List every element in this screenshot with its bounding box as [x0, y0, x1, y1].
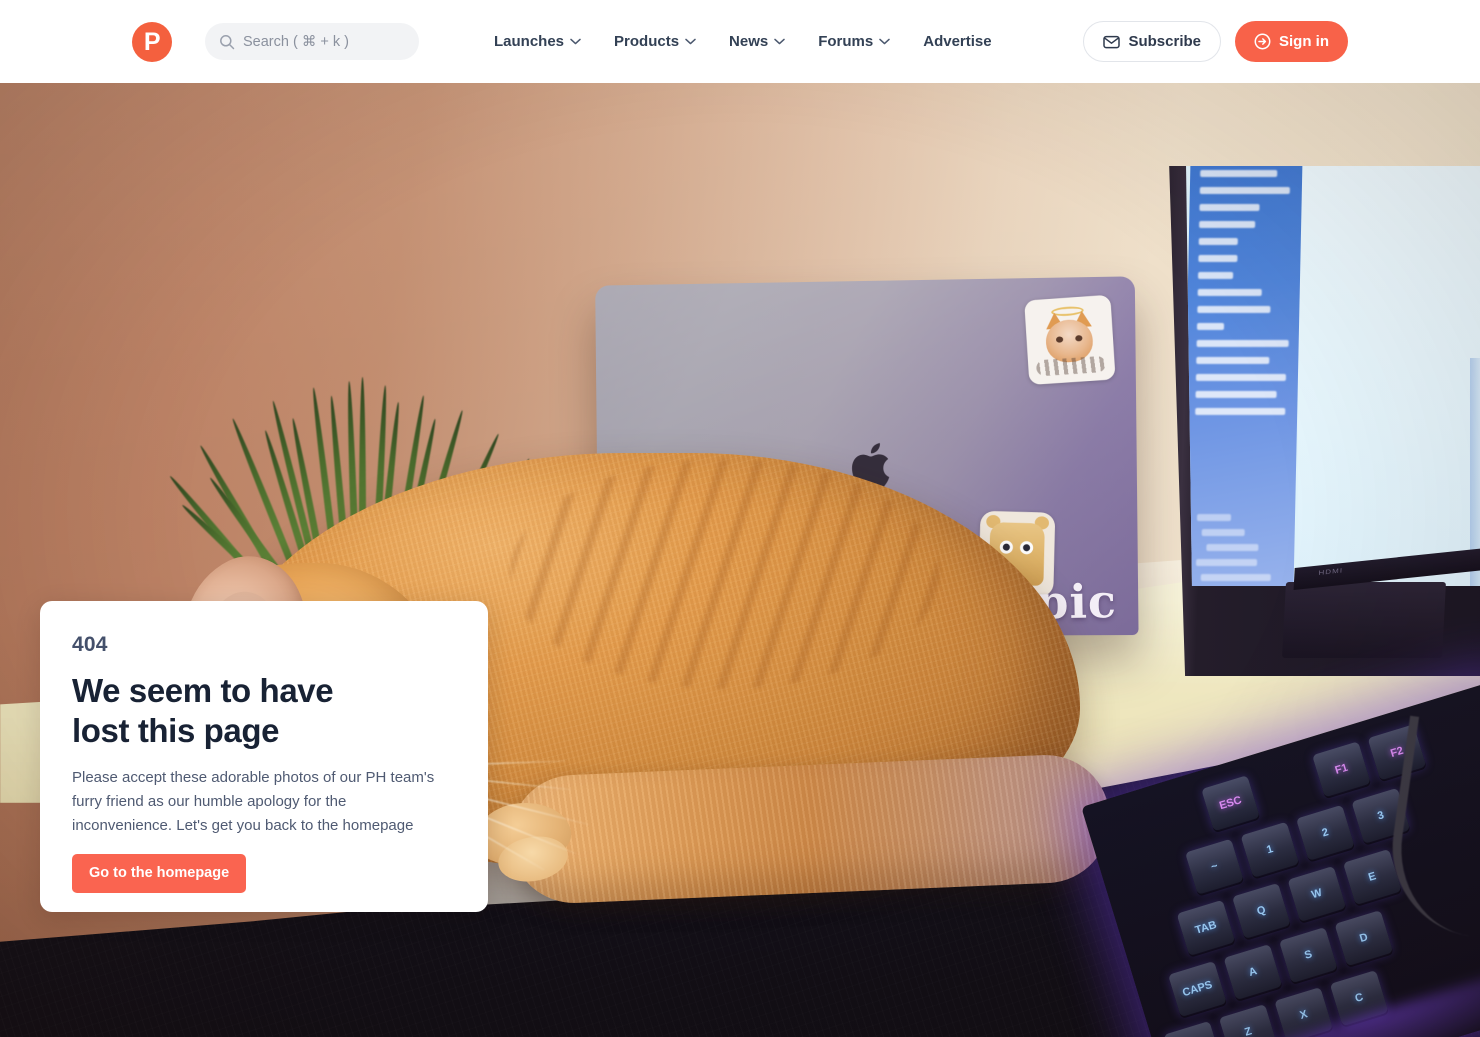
cat-tail — [507, 752, 1113, 906]
subscribe-button[interactable]: Subscribe — [1083, 21, 1221, 62]
sign-in-label: Sign in — [1279, 33, 1329, 50]
error-title: We seem to have lost this page — [72, 671, 456, 752]
product-hunt-logo[interactable]: P — [132, 22, 172, 62]
monitor-stand: HDMI — [1282, 548, 1480, 658]
nav-label: News — [729, 33, 769, 50]
layers-panel-row — [1200, 170, 1278, 177]
design-tool-layers-panel — [1186, 166, 1303, 586]
layers-panel-row — [1199, 204, 1260, 211]
layers-panel-row-secondary — [1195, 559, 1258, 566]
layers-panel-row — [1199, 187, 1290, 194]
sign-in-button[interactable]: Sign in — [1235, 21, 1348, 62]
nav-label: Advertise — [923, 33, 992, 50]
site-header: P Search ( ⌘ + k ) Launches Products New… — [0, 0, 1480, 83]
nav-label: Launches — [494, 33, 565, 50]
design-canvas — [1298, 166, 1480, 586]
layers-panel-row — [1198, 272, 1234, 279]
main-nav: Launches Products News Forums Advertise — [494, 0, 992, 83]
error-title-line1: We seem to have — [72, 672, 334, 709]
computer-monitor: HDMI — [1166, 166, 1480, 676]
error-message: Please accept these adorable photos of o… — [72, 768, 435, 834]
layers-panel-row — [1196, 323, 1224, 330]
logo-letter: P — [143, 27, 161, 56]
layers-panel-row-secondary — [1201, 529, 1245, 536]
header-actions: Subscribe Sign in — [1083, 21, 1348, 62]
search-placeholder: Search ( ⌘ + k ) — [243, 33, 349, 50]
layers-panel-row-secondary — [1196, 514, 1232, 521]
search-icon — [220, 34, 235, 49]
subscribe-label: Subscribe — [1128, 33, 1201, 50]
layers-panel-row-secondary — [1206, 544, 1259, 551]
nav-item-advertise[interactable]: Advertise — [923, 33, 991, 50]
chevron-down-icon — [774, 38, 785, 45]
layers-panel-row — [1199, 221, 1256, 228]
chevron-down-icon — [879, 38, 890, 45]
layers-panel-row — [1196, 340, 1289, 347]
angel-cat-sticker — [1024, 294, 1116, 385]
nav-item-forums[interactable]: Forums — [818, 33, 890, 50]
chevron-down-icon — [685, 38, 696, 45]
layers-panel-row — [1198, 255, 1238, 262]
go-to-homepage-button[interactable]: Go to the homepage — [72, 853, 247, 893]
layers-panel-row-secondary — [1200, 574, 1271, 581]
layers-panel-row — [1195, 408, 1285, 415]
nav-item-news[interactable]: News — [729, 33, 785, 50]
nav-label: Forums — [818, 33, 874, 50]
chevron-down-icon — [570, 38, 581, 45]
error-card: 404 We seem to have lost this page Pleas… — [40, 601, 488, 912]
layers-panel-row — [1197, 306, 1271, 313]
envelope-icon — [1103, 35, 1121, 48]
cat-tail-texture — [507, 752, 1113, 906]
layers-panel-row — [1197, 289, 1263, 296]
page-root: P Search ( ⌘ + k ) Launches Products New… — [0, 0, 1480, 1037]
layers-panel-row — [1195, 391, 1277, 398]
cat-stripes — [510, 459, 940, 689]
layers-panel-row — [1195, 374, 1286, 381]
sign-in-arrow-icon — [1254, 33, 1271, 50]
layers-panel-row — [1196, 357, 1270, 364]
nav-label: Products — [614, 33, 680, 50]
nav-item-launches[interactable]: Launches — [494, 33, 581, 50]
nav-item-products[interactable]: Products — [614, 33, 696, 50]
error-code: 404 — [72, 633, 108, 656]
hdmi-port-label: HDMI — [1318, 566, 1344, 577]
error-title-line2: lost this page — [72, 712, 280, 750]
search-input[interactable]: Search ( ⌘ + k ) — [205, 23, 419, 60]
monitor-screen — [1186, 166, 1480, 586]
layers-panel-row — [1198, 238, 1239, 245]
